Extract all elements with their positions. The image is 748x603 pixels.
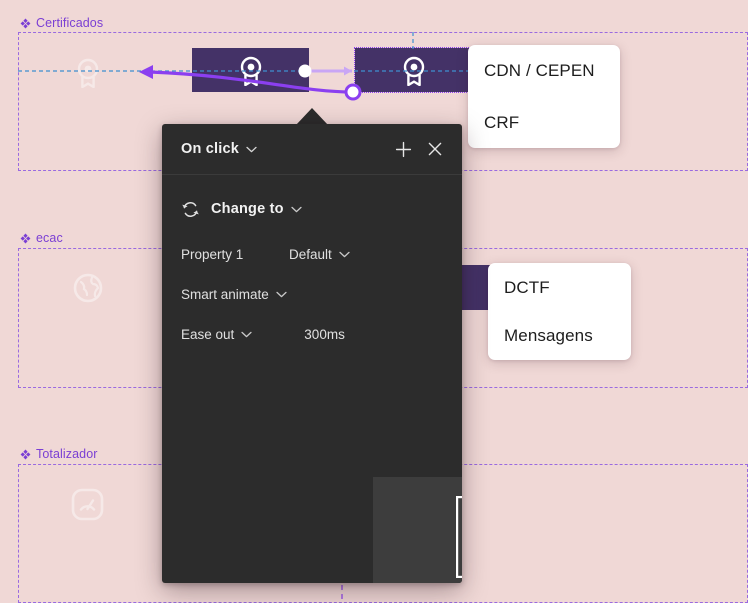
- certificate-node-left[interactable]: [192, 48, 309, 92]
- duration-value[interactable]: 300ms: [304, 327, 345, 342]
- easing-type[interactable]: Ease out: [181, 327, 234, 342]
- frame-label-text: Certificados: [36, 16, 104, 30]
- destination-preview[interactable]: [373, 477, 462, 583]
- component-diamond-icon: [20, 233, 31, 243]
- certificate-badge-icon: [403, 56, 424, 86]
- component-diamond-icon: [20, 18, 31, 28]
- ecac-node-partial[interactable]: [462, 265, 490, 310]
- menu-item-label: DCTF: [504, 277, 550, 297]
- frame-label-totalizador[interactable]: Totalizador: [20, 447, 98, 461]
- variant-menu-ecac[interactable]: DCTF Mensagens: [488, 263, 631, 360]
- globe-icon-ghost: [73, 273, 103, 303]
- menu-item-mensagens[interactable]: Mensagens: [488, 312, 631, 360]
- animation-type[interactable]: Smart animate: [181, 287, 269, 302]
- animation-row[interactable]: Smart animate: [162, 279, 462, 309]
- panel-header: On click: [162, 124, 462, 175]
- menu-item-label: CDN / CEPEN: [484, 61, 595, 80]
- certificate-badge-icon-ghost: [77, 58, 99, 88]
- menu-item-label: CRF: [484, 112, 520, 132]
- chevron-down-icon[interactable]: [291, 206, 302, 213]
- action-row[interactable]: Change to: [162, 187, 462, 231]
- chevron-down-icon[interactable]: [246, 146, 257, 153]
- chevron-down-icon[interactable]: [276, 291, 287, 298]
- frame-label-certificados[interactable]: Certificados: [20, 16, 103, 30]
- frame-label-text: ecac: [36, 231, 63, 245]
- frame-label-text: Totalizador: [36, 447, 98, 461]
- panel-title: On click: [181, 141, 240, 157]
- plus-icon[interactable]: [390, 136, 416, 162]
- easing-row[interactable]: Ease out 300ms: [162, 319, 462, 349]
- component-diamond-icon: [20, 449, 31, 459]
- change-to-icon: [181, 200, 200, 219]
- action-label: Change to: [211, 201, 284, 217]
- chevron-down-icon[interactable]: [339, 251, 350, 258]
- list-frame-icon: [456, 496, 462, 578]
- property-row[interactable]: Property 1 Default: [162, 239, 462, 269]
- certificate-node-right[interactable]: [354, 47, 473, 93]
- gauge-icon-ghost: [71, 488, 104, 521]
- property-value[interactable]: Default: [289, 247, 332, 262]
- close-icon[interactable]: [422, 136, 448, 162]
- menu-item-cdn-cepen[interactable]: CDN / CEPEN: [468, 45, 620, 97]
- menu-item-label: Mensagens: [504, 326, 593, 345]
- interaction-detail-panel[interactable]: On click Change to Property 1 Default Sm…: [162, 124, 462, 583]
- menu-item-dctf[interactable]: DCTF: [488, 263, 631, 312]
- design-canvas[interactable]: Certificados ecac Totalizador CDN / CEPE…: [0, 0, 748, 603]
- frame-label-ecac[interactable]: ecac: [20, 231, 63, 245]
- chevron-down-icon[interactable]: [241, 331, 252, 338]
- property-name: Property 1: [181, 246, 244, 262]
- variant-menu-certificados[interactable]: CDN / CEPEN CRF: [468, 45, 620, 148]
- panel-pointer: [296, 108, 328, 125]
- menu-item-crf[interactable]: CRF: [468, 97, 620, 148]
- certificate-badge-icon: [240, 56, 261, 86]
